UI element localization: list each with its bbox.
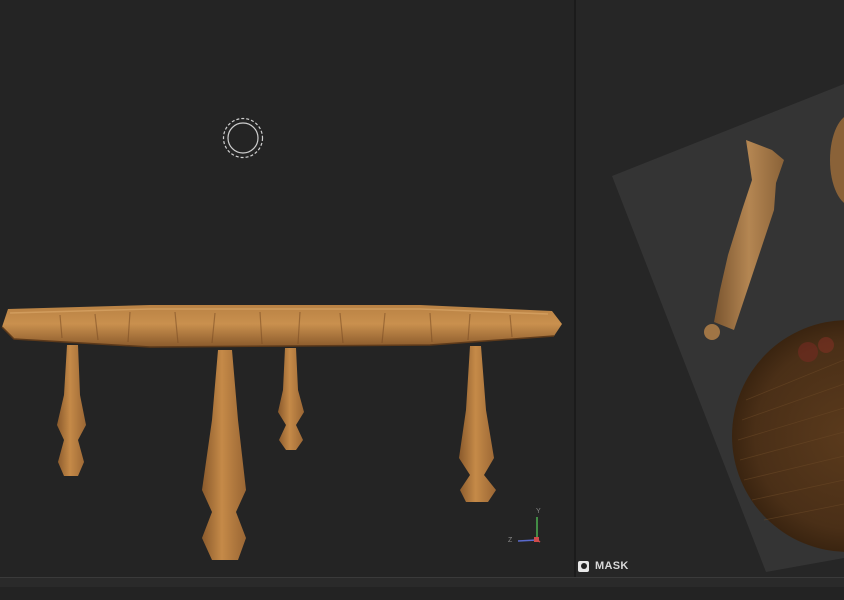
uv-viewport[interactable]: MASK xyxy=(576,0,844,577)
mask-toggle[interactable]: MASK xyxy=(578,558,629,574)
mask-toggle-icon[interactable] xyxy=(578,560,589,572)
status-bar-track xyxy=(0,587,844,600)
status-bar xyxy=(0,577,844,600)
viewport-3d[interactable]: Y Z xyxy=(0,0,574,577)
table-leg-3 xyxy=(278,348,304,450)
axis-gizmo-icon: Y Z xyxy=(503,507,547,547)
table-leg-4 xyxy=(459,346,496,502)
uv-layout xyxy=(612,84,844,572)
gizmo-y-label: Y xyxy=(536,508,541,515)
table-top xyxy=(1,305,562,348)
brush-cursor-icon[interactable] xyxy=(222,117,264,159)
table-leg-2 xyxy=(202,350,246,560)
table-leg-1 xyxy=(57,345,86,476)
gizmo-z-label: Z xyxy=(508,537,513,544)
mask-label: MASK xyxy=(595,560,629,572)
table-model xyxy=(1,305,562,560)
